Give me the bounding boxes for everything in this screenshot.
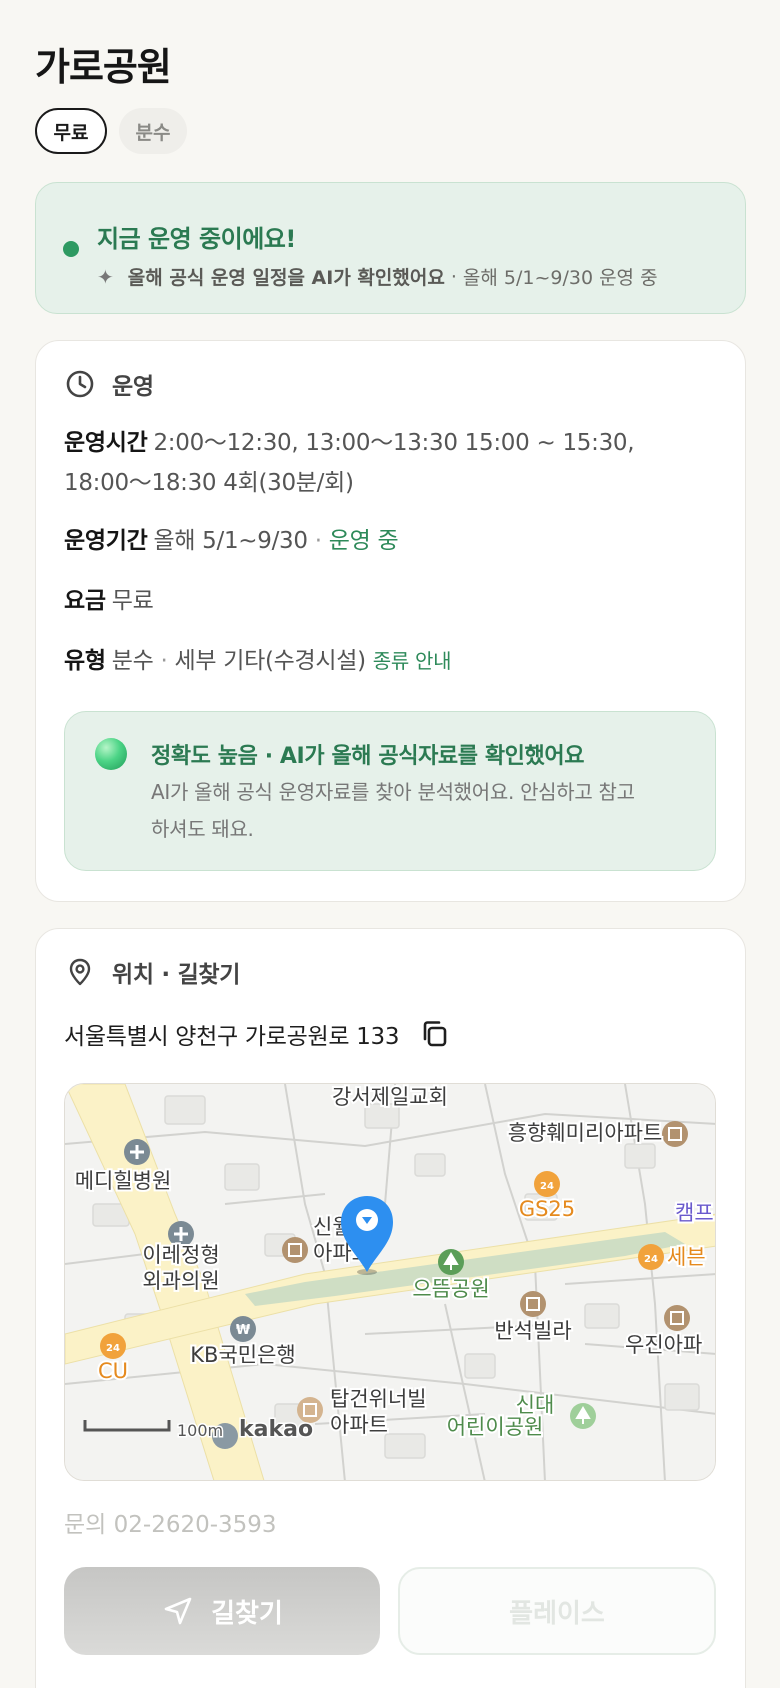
svg-text:₩: ₩ [236, 1323, 251, 1338]
fee-value: 무료 [111, 588, 154, 614]
hours-key: 운영시간 [64, 430, 148, 456]
clock-icon [66, 370, 94, 398]
page-title: 가로공원 [35, 45, 172, 89]
type-row: 유형 분수 · 세부 기타(수경시설) 종류 안내 [64, 641, 704, 681]
type-guide-link[interactable]: 종류 안내 [373, 649, 452, 673]
map-label-sindae-1: 신대 [516, 1393, 555, 1417]
operating-status-banner: 지금 운영 중이에요! ✦ 올해 공식 운영 일정을 AI가 확인했어요 · 올… [35, 182, 746, 314]
status-subtitle: ✦ 올해 공식 운영 일정을 AI가 확인했어요 · 올해 5/1~9/30 운… [97, 263, 658, 290]
svg-text:24: 24 [644, 1254, 658, 1265]
map-label-gs25: GS25 [519, 1197, 575, 1221]
map-label-park: 으뜸공원 [412, 1277, 489, 1301]
accuracy-title: 정확도 높음 · AI가 올해 공식자료를 확인했어요 [151, 744, 585, 769]
location-card: 위치 · 길찾기 서울특별시 양천구 가로공원로 133 24 24 24 ₩ … [35, 928, 746, 1688]
directions-label: 길찾기 [211, 1598, 283, 1629]
map-label-kb: KB국민은행 [190, 1343, 295, 1367]
type-detail: 세부 기타(수경시설) [174, 648, 367, 674]
operation-header: 운영 [64, 367, 154, 401]
navigation-arrow-icon [164, 1597, 192, 1625]
type-value: 분수 [111, 648, 154, 674]
accuracy-body: AI가 올해 공식 운영자료를 찾아 분석했어요. 안심하고 참고하셔도 돼요. [151, 780, 635, 841]
period-key: 운영기간 [64, 528, 148, 554]
chip-free[interactable]: 무료 [35, 108, 107, 154]
map-label-clinic-1: 이레정형 [142, 1243, 219, 1267]
accuracy-notice: 정확도 높음 · AI가 올해 공식자료를 확인했어요 AI가 올해 공식 운영… [64, 711, 716, 871]
operation-card: 운영 운영시간 2:00～12:30, 13:00～13:30 15:00 ~ 1… [35, 340, 746, 902]
map-label-church: 강서제일교회 [332, 1085, 448, 1109]
period-value: 올해 5/1~9/30 [153, 528, 308, 554]
map-label-ujin: 우진아파 [625, 1333, 702, 1357]
map-label-apt: 흥향훼미리아파트 [508, 1121, 663, 1145]
map-brand-logo: kakao [239, 1417, 313, 1442]
fee-row: 요금 무료 [64, 581, 704, 621]
map-label-tapgeon-2: 아파트 [330, 1413, 388, 1437]
hours-row: 운영시간 2:00～12:30, 13:00～13:30 15:00 ~ 15:3… [64, 423, 704, 503]
map-label-sindae-2: 어린이공원 [447, 1415, 544, 1439]
svg-text:24: 24 [106, 1343, 120, 1354]
ai-confirm-note: 올해 공식 운영 일정을 AI가 확인했어요 [127, 267, 445, 289]
phone-contact[interactable]: 문의 02-2620-3593 [64, 1505, 277, 1539]
period-note: 올해 5/1~9/30 운영 중 [462, 267, 658, 289]
status-dot [63, 241, 79, 257]
type-key: 유형 [64, 648, 106, 674]
map-label-banseok: 반석빌라 [494, 1319, 571, 1343]
location-pin-icon [69, 958, 91, 986]
period-separator: · [314, 528, 322, 554]
type-separator: · [160, 648, 168, 674]
ai-orb-icon [95, 738, 127, 770]
status-separator: · [450, 265, 457, 288]
svg-text:24: 24 [540, 1181, 554, 1192]
fee-key: 요금 [64, 588, 106, 614]
map-label-cu: CU [98, 1359, 128, 1383]
status-title: 지금 운영 중이에요! [97, 225, 296, 253]
copy-icon[interactable] [419, 1018, 451, 1050]
period-row: 운영기간 올해 5/1~9/30 · 운영 중 [64, 521, 704, 561]
address-row: 서울특별시 양천구 가로공원로 133 [64, 1017, 451, 1051]
map-label-clinic-2: 외과의원 [142, 1269, 219, 1293]
map-view[interactable]: 24 24 24 ₩ 강서제일교회 흥향훼미리아파트 메디힐병원 GS25 캠프… [64, 1083, 716, 1481]
sparkle-icon: ✦ [97, 264, 114, 289]
chip-fountain[interactable]: 분수 [119, 108, 187, 154]
period-status: 운영 중 [328, 528, 399, 554]
address-text: 서울특별시 양천구 가로공원로 133 [64, 1024, 400, 1050]
location-section-label: 위치 · 길찾기 [112, 962, 241, 988]
map-label-hospital: 메디힐병원 [75, 1169, 172, 1193]
map-label-tapgeon-1: 탑건위너빌 [330, 1387, 427, 1411]
map-label-camp: 캠프 [675, 1201, 714, 1225]
map-scale-text: 100m [177, 1421, 223, 1440]
operation-section-label: 운영 [112, 374, 154, 400]
directions-button[interactable]: 길찾기 [64, 1567, 380, 1655]
tag-chips: 무료 분수 [35, 108, 187, 154]
place-button[interactable]: 플레이스 [398, 1567, 716, 1655]
map-label-seven: 세븐 [667, 1245, 706, 1269]
hours-value: 2:00～12:30, 13:00～13:30 15:00 ~ 15:30, 1… [64, 430, 635, 496]
location-header: 위치 · 길찾기 [64, 955, 240, 989]
